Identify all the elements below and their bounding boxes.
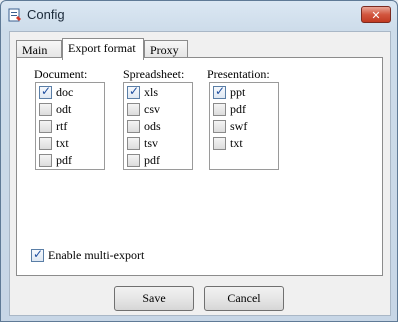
checkbox[interactable] xyxy=(127,137,140,150)
presentation-group-label: Presentation: xyxy=(207,67,270,81)
checkbox[interactable] xyxy=(39,137,52,150)
checkbox[interactable] xyxy=(213,103,226,116)
enable-multi-export-checkbox[interactable]: ✓ Enable multi-export xyxy=(31,247,231,264)
title-bar: Config ✕ xyxy=(1,1,397,29)
export-format-panel: Document: ✓ doc odt rtf txt pdf Spreadsh… xyxy=(16,57,383,276)
presentation-format-list: ✓ ppt pdf swf txt xyxy=(209,82,279,170)
list-item-pdf[interactable]: pdf xyxy=(127,153,191,169)
spreadsheet-group-label: Spreadsheet: xyxy=(123,67,185,81)
tab-label: Export format xyxy=(68,41,136,55)
list-item-ppt[interactable]: ✓ ppt xyxy=(213,84,277,101)
item-label: rtf xyxy=(56,119,68,133)
item-label: pdf xyxy=(144,153,160,167)
tab-label: Main xyxy=(22,43,48,57)
checkbox[interactable] xyxy=(39,154,52,167)
item-label: tsv xyxy=(144,136,159,150)
checkbox[interactable] xyxy=(127,103,140,116)
checkbox[interactable] xyxy=(213,137,226,150)
checkmark-icon: ✓ xyxy=(33,247,44,261)
item-label: txt xyxy=(230,136,243,150)
tab-label: Proxy xyxy=(150,43,179,57)
checkbox[interactable] xyxy=(39,103,52,116)
list-item-odt[interactable]: odt xyxy=(39,102,103,118)
document-format-list: ✓ doc odt rtf txt pdf xyxy=(35,82,105,170)
list-item-doc[interactable]: ✓ doc xyxy=(39,84,103,101)
list-item-rtf[interactable]: rtf xyxy=(39,119,103,135)
checkbox[interactable] xyxy=(127,120,140,133)
list-item-tsv[interactable]: tsv xyxy=(127,136,191,152)
dialog-client-area: Main Export format Proxy Document: ✓ doc… xyxy=(9,31,391,316)
close-icon: ✕ xyxy=(371,9,381,22)
checkbox[interactable] xyxy=(213,120,226,133)
config-window: Config ✕ Main Export format Proxy Docume… xyxy=(0,0,398,322)
document-group-label: Document: xyxy=(34,67,88,81)
checkbox[interactable] xyxy=(39,120,52,133)
list-item-swf[interactable]: swf xyxy=(213,119,277,135)
checkmark-icon: ✓ xyxy=(41,84,52,98)
window-title: Config xyxy=(27,7,65,22)
item-label: doc xyxy=(56,85,74,99)
save-button[interactable]: Save xyxy=(114,286,194,311)
checkbox[interactable]: ✓ xyxy=(213,84,226,99)
item-label: ods xyxy=(144,119,161,133)
checkbox[interactable]: ✓ xyxy=(127,84,140,99)
item-label: pdf xyxy=(230,102,246,116)
list-item-xls[interactable]: ✓ xls xyxy=(127,84,191,101)
checkmark-icon: ✓ xyxy=(129,84,140,98)
item-label: swf xyxy=(230,119,248,133)
tab-export-format[interactable]: Export format xyxy=(62,38,144,60)
item-label: odt xyxy=(56,102,72,116)
config-app-icon xyxy=(7,7,23,23)
spreadsheet-format-list: ✓ xls csv ods tsv pdf xyxy=(123,82,193,170)
list-item-ods[interactable]: ods xyxy=(127,119,191,135)
checkbox[interactable]: ✓ xyxy=(39,84,52,99)
item-label: pdf xyxy=(56,153,72,167)
checkbox[interactable] xyxy=(127,154,140,167)
cancel-button[interactable]: Cancel xyxy=(204,286,284,311)
item-label: txt xyxy=(56,136,69,150)
checkbox[interactable]: ✓ xyxy=(31,247,44,262)
list-item-pdf[interactable]: pdf xyxy=(39,153,103,169)
multi-export-label: Enable multi-export xyxy=(48,248,145,262)
item-label: csv xyxy=(144,102,160,116)
list-item-pdf[interactable]: pdf xyxy=(213,102,277,118)
close-button[interactable]: ✕ xyxy=(361,6,391,23)
item-label: ppt xyxy=(230,85,246,99)
list-item-txt[interactable]: txt xyxy=(213,136,277,152)
list-item-csv[interactable]: csv xyxy=(127,102,191,118)
item-label: xls xyxy=(144,85,159,99)
checkmark-icon: ✓ xyxy=(215,84,226,98)
list-item-txt[interactable]: txt xyxy=(39,136,103,152)
